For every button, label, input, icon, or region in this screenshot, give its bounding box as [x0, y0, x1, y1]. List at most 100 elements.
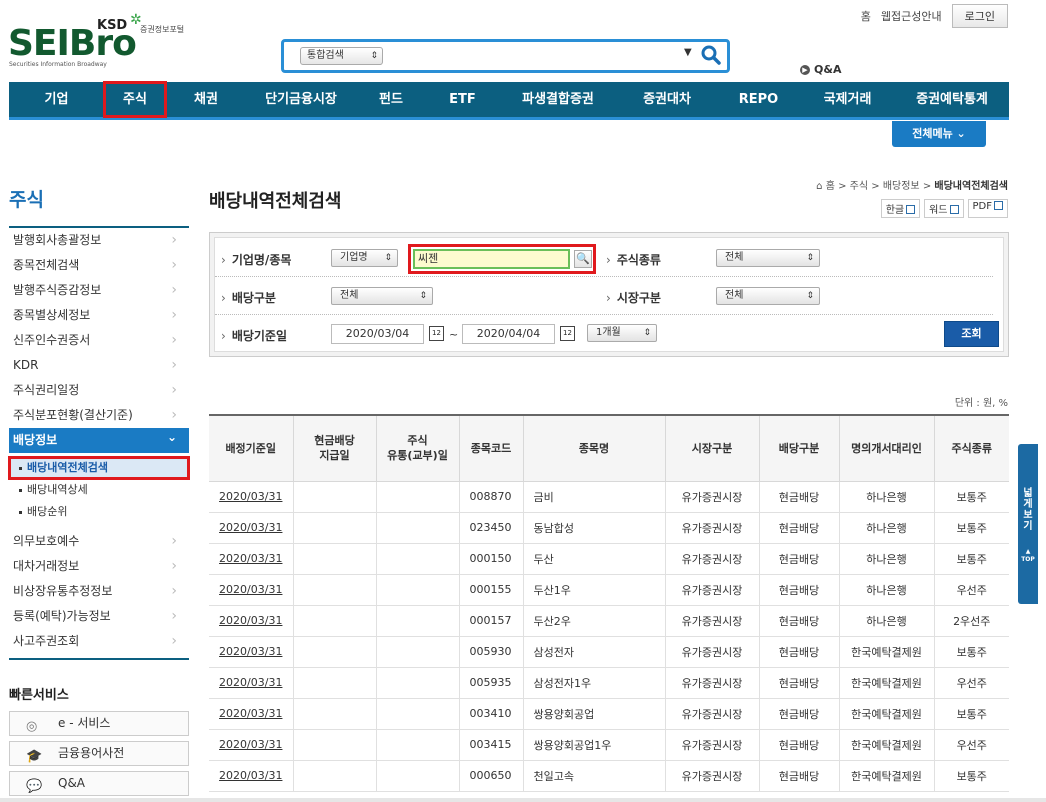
record-date-link[interactable]: 2020/03/31 [209, 573, 294, 606]
column-header: 현금배당 지급일 [292, 415, 377, 482]
e-service-button[interactable]: ◎ e - 서비스 [9, 711, 189, 736]
sidebar-item-issued-shares-change[interactable]: 발행주식증감정보 [9, 278, 189, 303]
calendar-icon[interactable]: 12 [429, 326, 444, 341]
sidebar-item-stock-detail[interactable]: 종목별상세정보 [9, 303, 189, 328]
record-date-link[interactable]: 2020/03/31 [209, 542, 294, 575]
dividend-date-label: 배당기준일 [221, 327, 287, 344]
all-menu-button[interactable]: 전체메뉴 ⌄ [892, 121, 986, 147]
table-cell: 2우선주 [933, 604, 1009, 637]
nav-item-repo[interactable]: REPO [717, 82, 800, 117]
record-date-link[interactable]: 2020/03/31 [209, 759, 294, 792]
e-service-icon: ◎ [26, 719, 38, 734]
date-from-input[interactable]: 2020/03/04 [331, 324, 424, 344]
table-cell: 한국예탁결제원 [838, 728, 935, 761]
breadcrumb-level1[interactable]: 주식 [850, 181, 868, 192]
table-cell [292, 759, 377, 792]
accessibility-link[interactable]: 웹접근성안내 [881, 8, 942, 24]
pdf-download-button[interactable]: PDF [967, 199, 1008, 218]
word-download-button[interactable]: 워드 [924, 199, 964, 218]
sidebar-item-rights-schedule[interactable]: 주식권리일정 [9, 378, 189, 403]
sidebar-subitem-dividend-all-search[interactable]: 배당내역전체검색 [8, 456, 190, 480]
company-search-icon[interactable]: 🔍 [574, 250, 592, 268]
home-link[interactable]: 홈 [861, 8, 871, 24]
nav-item-international[interactable]: 국제거래 [800, 82, 895, 117]
record-date-link[interactable]: 2020/03/31 [209, 666, 294, 699]
seibro-logo[interactable]: KSD ✲ 증권정보포털 SEIBro Securities Informati… [8, 12, 208, 74]
record-date-link[interactable]: 2020/03/31 [209, 480, 294, 513]
table-cell: 한국예탁결제원 [838, 635, 935, 668]
sidebar-item-lending-info[interactable]: 대차거래정보 [9, 554, 189, 579]
login-button[interactable]: 로그인 [951, 4, 1008, 28]
company-type-select[interactable]: 기업명 [331, 249, 398, 267]
sidebar-item-distribution-status[interactable]: 주식분포현황(결산기준) [9, 403, 189, 428]
table-cell [375, 697, 460, 730]
table-cell: 005930 [458, 635, 524, 668]
sidebar-subitem-dividend-detail[interactable]: 배당내역상세 [9, 479, 189, 501]
search-type-select[interactable]: 통합검색 [300, 47, 383, 65]
dividend-type-select[interactable]: 전체 [331, 287, 433, 305]
period-select[interactable]: 1개월 [587, 324, 657, 342]
stock-type-select[interactable]: 전체 [716, 249, 820, 267]
sidebar-subitem-dividend-ranking[interactable]: 배당순위 [9, 501, 189, 523]
table-cell: 하나은행 [838, 511, 935, 544]
nav-item-stock[interactable]: 주식 [103, 81, 167, 118]
record-date-link[interactable]: 2020/03/31 [209, 728, 294, 761]
sidebar-item-all-stock-search[interactable]: 종목전체검색 [9, 253, 189, 278]
hangul-download-button[interactable]: 한글 [880, 199, 921, 218]
nav-item-securities-lending[interactable]: 증권대차 [617, 82, 717, 117]
horizontal-scrollbar[interactable] [0, 798, 1046, 802]
table-cell: 유가증권시장 [664, 635, 760, 668]
sidebar-item-accident-certificate[interactable]: 사고주권조회 [9, 629, 189, 654]
qna-top-link[interactable]: ▶ Q&A [800, 63, 841, 76]
search-button[interactable]: 조회 [944, 321, 999, 347]
breadcrumb-level2[interactable]: 배당정보 [883, 181, 920, 192]
sidebar-item-dividend-info[interactable]: 배당정보 [9, 425, 189, 453]
table-cell: 유가증권시장 [664, 697, 760, 730]
chevron-down-icon[interactable]: ▼ [684, 47, 692, 58]
sidebar-item-registration-info[interactable]: 등록(예탁)가능정보 [9, 604, 189, 629]
table-cell: 하나은행 [838, 480, 935, 513]
table-cell [375, 542, 460, 575]
nav-item-derivative-securities[interactable]: 파생결합증권 [499, 82, 617, 117]
record-date-link[interactable]: 2020/03/31 [209, 511, 294, 544]
glossary-button[interactable]: 🎓 금융용어사전 [9, 741, 189, 766]
nav-item-deposit-statistics[interactable]: 증권예탁통계 [895, 82, 1009, 117]
calendar-icon[interactable]: 12 [560, 326, 575, 341]
table-cell: 우선주 [933, 728, 1009, 761]
nav-item-etf[interactable]: ETF [426, 82, 499, 117]
table-cell: 유가증권시장 [664, 542, 760, 575]
table-cell: 005935 [458, 666, 524, 699]
nav-item-bond[interactable]: 채권 [166, 82, 246, 117]
sidebar-submenu: 배당내역전체검색 배당내역상세 배당순위 [8, 453, 190, 529]
wide-view-button[interactable]: 넓게보기 [1018, 488, 1038, 532]
table-cell [292, 635, 377, 668]
search-icon[interactable] [700, 44, 722, 66]
chevron-down-icon: ⌄ [956, 127, 966, 140]
date-to-input[interactable]: 2020/04/04 [462, 324, 555, 344]
home-icon[interactable]: ⌂ [816, 181, 822, 192]
logo-brand-text: SEIBro [8, 23, 137, 64]
record-date-link[interactable]: 2020/03/31 [209, 697, 294, 730]
breadcrumb-home[interactable]: 홈 [826, 181, 835, 192]
sidebar-item-mandatory-deposit[interactable]: 의무보호예수 [9, 529, 189, 554]
sidebar-item-kdr[interactable]: KDR [9, 353, 189, 378]
market-select[interactable]: 전체 [716, 287, 820, 305]
table-cell [292, 511, 377, 544]
company-keyword-input[interactable]: 씨젠 [413, 249, 570, 269]
sidebar-item-rights-certificate[interactable]: 신주인수권증서 [9, 328, 189, 353]
table-cell [292, 604, 377, 637]
sidebar-title: 주식 [9, 189, 44, 211]
nav-item-company[interactable]: 기업 [9, 82, 104, 117]
record-date-link[interactable]: 2020/03/31 [209, 604, 294, 637]
table-cell: 현금배당 [758, 635, 840, 668]
record-date-link[interactable]: 2020/03/31 [209, 635, 294, 668]
table-cell: 000150 [458, 542, 524, 575]
sidebar-item-unlisted-trade[interactable]: 비상장유통추정정보 [9, 579, 189, 604]
sidebar-item-issuer-summary[interactable]: 발행회사총괄정보 [9, 228, 189, 253]
scroll-top-button[interactable]: ▲ TOP [1020, 548, 1036, 564]
all-menu-label: 전체메뉴 [912, 127, 953, 140]
nav-item-fund[interactable]: 펀드 [356, 82, 426, 117]
wide-view-char: 기 [1023, 521, 1033, 532]
qna-button[interactable]: 💬 Q&A [9, 771, 189, 796]
nav-item-short-term-money[interactable]: 단기금융시장 [246, 82, 356, 117]
